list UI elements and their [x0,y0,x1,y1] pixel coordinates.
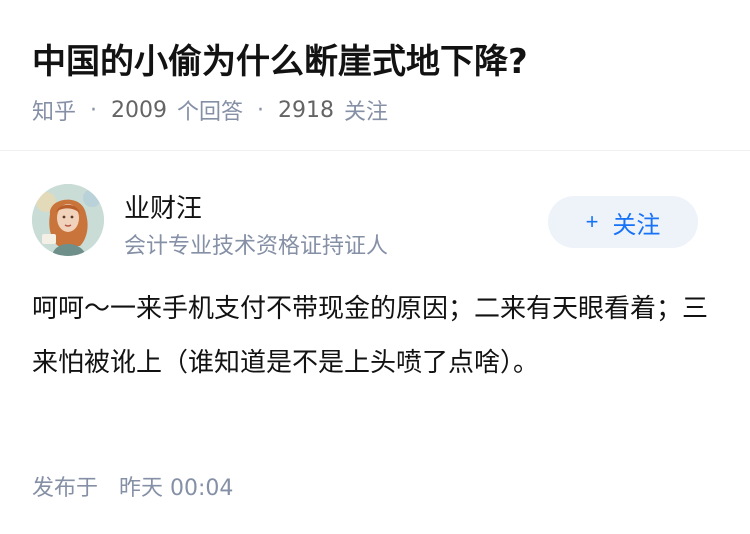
publish-label: 发布于 [32,476,99,501]
question-title[interactable]: 中国的小偷为什么断崖式地下降? [32,34,528,83]
question-header: 中国的小偷为什么断崖式地下降? 知乎 · 2009 个回答 · 2918 关注 [0,0,750,151]
avatar[interactable] [32,184,104,256]
publish-time: 发布于 昨天 00:04 [32,470,233,502]
answer-content[interactable]: 呵呵～一来手机支付不带现金的原因；二来有天眼看着；三来怕被讹上（谁知道是不是上头… [32,282,712,390]
avatar-portrait-icon [32,184,104,256]
meta-separator: · [257,97,265,123]
follower-count: 2918 [278,97,335,123]
publish-timestamp: 昨天 00:04 [119,476,234,501]
follow-button-label: 关注 [612,211,661,239]
source-label[interactable]: 知乎 [32,94,76,126]
plus-icon: + [585,209,599,234]
answer-count: 2009 [111,97,168,123]
question-meta: 知乎 · 2009 个回答 · 2918 关注 [32,94,388,126]
author-bio: 会计专业技术资格证持证人 [124,234,389,259]
answer-count-label[interactable]: 个回答 [177,94,243,126]
meta-separator: · [90,97,98,123]
author-name[interactable]: 业财汪 [124,188,202,225]
follower-count-label: 关注 [344,100,389,125]
follow-button[interactable]: + 关注 [548,196,698,248]
